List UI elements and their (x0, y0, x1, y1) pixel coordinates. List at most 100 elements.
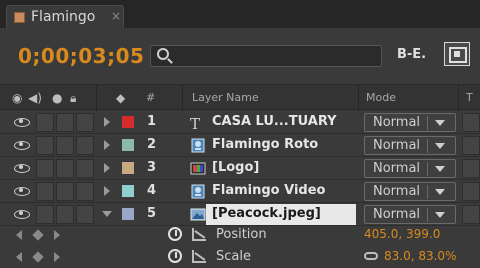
label-color-swatch[interactable] (122, 139, 134, 151)
lock-cell[interactable] (76, 205, 94, 224)
preserve-transparency-cell[interactable] (462, 205, 480, 224)
layer-name[interactable]: [Logo] (212, 160, 259, 175)
tab-composition[interactable]: Flamingo × (6, 5, 124, 28)
trackmatte-column-header: T (466, 91, 473, 104)
layer-number: 3 (147, 160, 157, 175)
composition-layer-icon (190, 161, 206, 176)
lock-cell[interactable] (76, 182, 94, 201)
audio-cell[interactable] (36, 159, 54, 178)
chevron-down-icon (435, 143, 445, 149)
timeline-panel: 0;00;03;05 B-E. ◉ ◀) ● 🔒︎ ◆ # Layer Name… (0, 28, 480, 268)
search-icon (157, 48, 169, 60)
preserve-transparency-cell[interactable] (462, 159, 480, 178)
column-divider (458, 85, 459, 111)
audio-cell[interactable] (36, 182, 54, 201)
add-keyframe-icon[interactable] (32, 229, 44, 241)
layer-name[interactable]: CASA LU...TUARY (212, 114, 337, 129)
stopwatch-icon[interactable] (168, 249, 182, 263)
select-divider (427, 139, 428, 153)
composition-color-swatch (14, 12, 25, 23)
search-input[interactable] (150, 45, 382, 67)
prev-keyframe-icon[interactable] (16, 230, 22, 240)
layer-name[interactable]: [Peacock.jpeg] (212, 206, 321, 221)
eye-icon[interactable] (14, 116, 30, 127)
blend-mode-value: Normal (373, 184, 421, 199)
blend-mode-select[interactable]: Normal (364, 159, 456, 178)
footage-layer-icon (190, 184, 206, 199)
label-color-swatch[interactable] (122, 116, 134, 128)
audio-cell[interactable] (36, 205, 54, 224)
lock-cell[interactable] (76, 136, 94, 155)
blend-mode-value: Normal (373, 138, 421, 153)
next-keyframe-icon[interactable] (54, 230, 60, 240)
add-keyframe-icon[interactable] (32, 251, 44, 263)
preserve-transparency-cell[interactable] (462, 182, 480, 201)
blend-mode-select[interactable]: Normal (364, 136, 456, 155)
layer-name[interactable]: Flamingo Video (212, 183, 325, 198)
preserve-transparency-cell[interactable] (462, 113, 480, 132)
solo-cell[interactable] (56, 182, 74, 201)
chevron-down-icon (435, 120, 445, 126)
lock-cell[interactable] (76, 159, 94, 178)
twirl-arrow-open-icon[interactable] (102, 211, 112, 217)
solo-cell[interactable] (56, 205, 74, 224)
layer-name[interactable]: Flamingo Roto (212, 137, 318, 152)
twirl-arrow-icon[interactable] (104, 163, 110, 173)
eye-icon[interactable] (14, 208, 30, 219)
eye-icon[interactable] (14, 185, 30, 196)
layer-row[interactable]: 3 [Logo] Normal (0, 157, 480, 180)
layer-row-selected[interactable]: 5 [Peacock.jpeg] Normal (0, 203, 480, 226)
blend-mode-value: Normal (373, 115, 421, 130)
property-value[interactable]: 405.0, 399.0 (364, 227, 440, 241)
image-layer-icon (190, 207, 206, 222)
current-time-display[interactable]: 0;00;03;05 (18, 44, 144, 68)
label-tag-icon[interactable]: ◆ (116, 91, 125, 105)
audio-cell[interactable] (36, 136, 54, 155)
solo-cell[interactable] (56, 113, 74, 132)
blend-mode-select[interactable]: Normal (364, 113, 456, 132)
label-color-swatch[interactable] (122, 162, 134, 174)
prev-keyframe-icon[interactable] (16, 252, 22, 262)
layer-row[interactable]: 1 T CASA LU...TUARY Normal (0, 111, 480, 134)
constrain-proportions-icon[interactable] (364, 252, 378, 260)
label-color-swatch[interactable] (122, 185, 134, 197)
solo-icon[interactable]: ● (52, 91, 62, 105)
layer-name-column-header[interactable]: Layer Name (192, 91, 259, 104)
select-divider (427, 185, 428, 199)
number-column-header: # (146, 91, 156, 104)
draft-3d-toggle-button[interactable] (444, 42, 470, 66)
twirl-arrow-icon[interactable] (104, 140, 110, 150)
solo-cell[interactable] (56, 136, 74, 155)
audio-cell[interactable] (36, 113, 54, 132)
property-row-scale: Scale 83.0, 83.0% (0, 246, 480, 268)
solo-cell[interactable] (56, 159, 74, 178)
label-color-swatch[interactable] (122, 208, 134, 220)
select-divider (427, 208, 428, 222)
video-visibility-icon[interactable]: ◉ (12, 91, 22, 105)
blend-mode-value: Normal (373, 207, 421, 222)
mode-column-header: Mode (366, 91, 396, 104)
mini-flowchart-icon: B-E. (397, 47, 427, 62)
stopwatch-icon[interactable] (168, 227, 182, 241)
layer-row[interactable]: 4 Flamingo Video Normal (0, 180, 480, 203)
twirl-arrow-icon[interactable] (104, 186, 110, 196)
property-value[interactable]: 83.0, 83.0% (384, 249, 456, 263)
blend-mode-select[interactable]: Normal (364, 182, 456, 201)
composition-mini-flowchart-button[interactable]: B-E. (397, 47, 431, 65)
eye-icon[interactable] (14, 162, 30, 173)
twirl-arrow-icon[interactable] (104, 117, 110, 127)
layer-number: 4 (147, 183, 157, 198)
next-keyframe-icon[interactable] (54, 252, 60, 262)
blend-mode-value: Normal (373, 161, 421, 176)
layer-number: 5 (147, 206, 157, 221)
blend-mode-select[interactable]: Normal (364, 205, 456, 224)
layer-number: 1 (147, 114, 157, 129)
preserve-transparency-cell[interactable] (462, 136, 480, 155)
eye-icon[interactable] (14, 139, 30, 150)
layer-row[interactable]: 2 Flamingo Roto Normal (0, 134, 480, 157)
text-layer-icon: T (190, 115, 201, 133)
close-icon[interactable]: × (111, 9, 121, 23)
lock-cell[interactable] (76, 113, 94, 132)
lock-icon[interactable]: 🔒︎ (70, 91, 76, 106)
audio-icon[interactable]: ◀) (28, 91, 42, 105)
